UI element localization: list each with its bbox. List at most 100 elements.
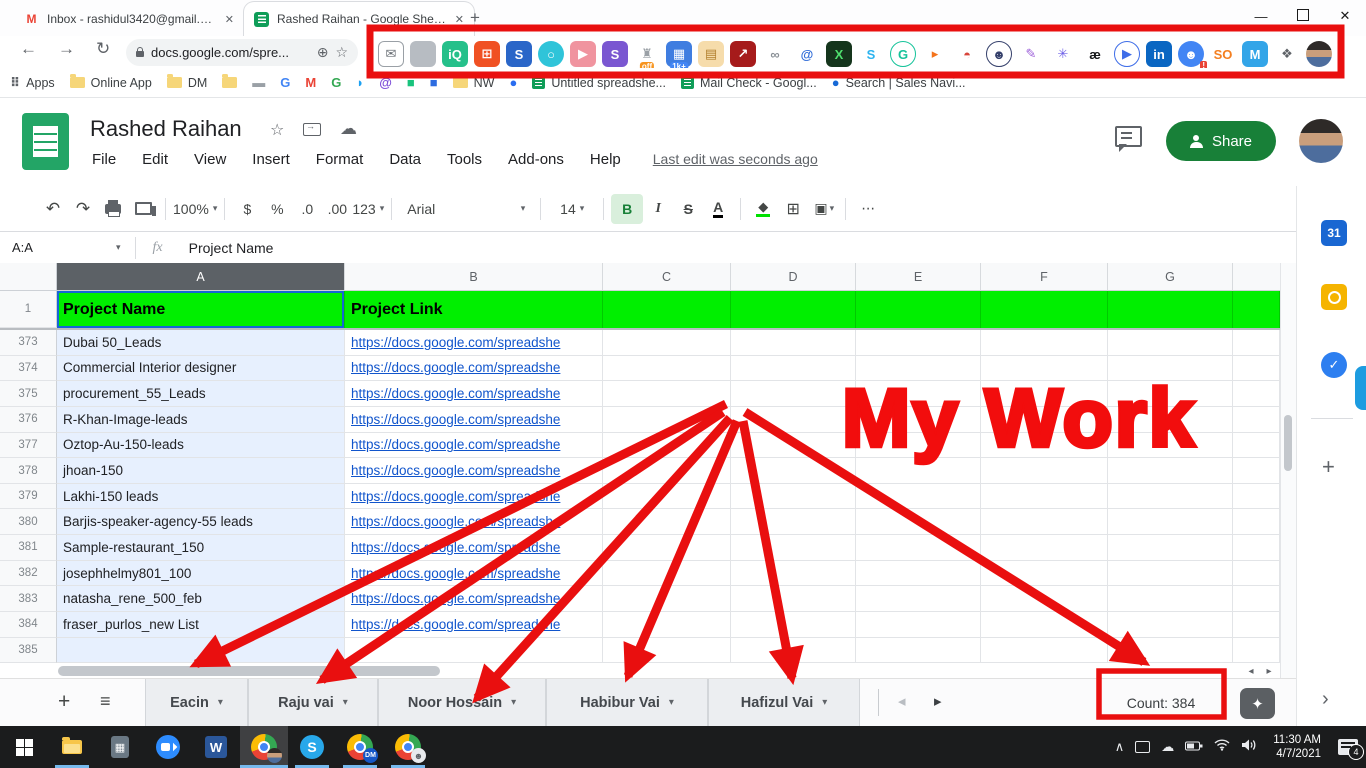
extension-linkedin-icon[interactable]: in: [1146, 41, 1172, 67]
taskbar-calculator[interactable]: ▦: [96, 726, 144, 768]
cell-empty[interactable]: [1233, 407, 1280, 433]
extension-s-purple-icon[interactable]: S: [602, 41, 628, 67]
link-text[interactable]: https://docs.google.com/spreadshe: [351, 514, 560, 529]
cell-empty[interactable]: [1233, 433, 1280, 459]
extension-asterisk-icon[interactable]: ✳: [1050, 41, 1076, 67]
cell-project-link[interactable]: https://docs.google.com/spreadshe: [345, 586, 603, 612]
strikethrough-button[interactable]: S: [673, 194, 703, 224]
horizontal-scrollbar[interactable]: ◂ ▸: [0, 664, 1280, 678]
tab-close-icon[interactable]: ✕: [455, 13, 464, 26]
menu-view[interactable]: View: [194, 151, 226, 168]
cell-empty[interactable]: [856, 381, 981, 407]
link-text[interactable]: https://docs.google.com/spreadshe: [351, 591, 560, 606]
font-select[interactable]: Arial▾: [399, 194, 533, 224]
menu-edit[interactable]: Edit: [142, 151, 168, 168]
account-avatar[interactable]: [1299, 119, 1343, 163]
cell-empty[interactable]: [603, 330, 731, 356]
wifi-icon[interactable]: [1214, 738, 1230, 756]
bookmark-item[interactable]: ⠿Apps: [10, 76, 55, 90]
bookmark-item[interactable]: ●: [509, 76, 517, 90]
extension-puzzle-icon[interactable]: ❖: [1274, 41, 1300, 67]
panel-collapse-chevron[interactable]: ›: [1322, 688, 1329, 711]
menu-help[interactable]: Help: [590, 151, 621, 168]
restore-button[interactable]: [1282, 9, 1324, 24]
cell-empty[interactable]: [856, 407, 981, 433]
cell-empty[interactable]: [1108, 433, 1233, 459]
notification-center-icon[interactable]: 4: [1338, 739, 1358, 755]
vertical-scrollbar[interactable]: [1280, 263, 1296, 678]
cell-empty[interactable]: [1233, 586, 1280, 612]
cell-empty[interactable]: [1233, 330, 1280, 356]
cell-project-link[interactable]: https://docs.google.com/spreadshe: [345, 381, 603, 407]
font-size-select[interactable]: 14▾: [548, 194, 596, 224]
cell-empty[interactable]: [1233, 484, 1280, 510]
bookmark-item[interactable]: [222, 77, 237, 88]
zoom-page-icon[interactable]: ⊕: [317, 44, 329, 61]
document-title[interactable]: Rashed Raihan: [90, 116, 242, 142]
tablet-mode-icon[interactable]: [1135, 741, 1150, 753]
link-text[interactable]: https://docs.google.com/spreadshe: [351, 437, 560, 452]
extension-mail-icon[interactable]: ✉: [378, 41, 404, 67]
link-text[interactable]: https://docs.google.com/spreadshe: [351, 566, 560, 581]
cell-project-name[interactable]: jhoan-150: [57, 458, 345, 484]
cell-empty[interactable]: [603, 484, 731, 510]
link-text[interactable]: https://docs.google.com/spreadshe: [351, 617, 560, 632]
share-button[interactable]: Share: [1166, 121, 1276, 161]
bookmark-item[interactable]: ●Search | Sales Navi...: [832, 76, 966, 90]
cell-empty[interactable]: [731, 638, 856, 664]
tab-scroll-right-icon[interactable]: ▸: [934, 692, 942, 710]
cell-empty[interactable]: [731, 484, 856, 510]
taskbar-zoom-app[interactable]: [144, 726, 192, 768]
column-header-G[interactable]: G: [1108, 263, 1233, 291]
tab-close-icon[interactable]: ✕: [225, 13, 234, 26]
scroll-left-icon[interactable]: ◂: [1243, 664, 1259, 678]
cell-empty[interactable]: [981, 433, 1108, 459]
cell-project-name[interactable]: procurement_55_Leads: [57, 381, 345, 407]
cell-empty[interactable]: [731, 509, 856, 535]
sheet-tab-caret-icon[interactable]: ▾: [822, 697, 827, 708]
row-number[interactable]: 384: [0, 612, 57, 638]
cell-header-empty[interactable]: [1108, 291, 1233, 328]
bookmark-item[interactable]: G: [280, 76, 290, 90]
cell-empty[interactable]: [731, 381, 856, 407]
cell-empty[interactable]: [856, 330, 981, 356]
cell-empty[interactable]: [1233, 356, 1280, 382]
move-folder-icon[interactable]: [303, 123, 321, 136]
cell-project-link-header[interactable]: Project Link: [345, 291, 603, 328]
bookmark-star-icon[interactable]: ☆: [335, 44, 348, 61]
row-number[interactable]: 374: [0, 356, 57, 382]
cell-project-name[interactable]: Barjis-speaker-agency-55 leads: [57, 509, 345, 535]
cell-project-name[interactable]: Dubai 50_Leads: [57, 330, 345, 356]
hidden-icons-chevron[interactable]: ∧: [1115, 739, 1125, 755]
horizontal-scrollbar-thumb[interactable]: [58, 666, 440, 676]
taskbar-skype[interactable]: S: [288, 726, 336, 768]
cell-empty[interactable]: [856, 535, 981, 561]
cell-empty[interactable]: [981, 356, 1108, 382]
cell-empty[interactable]: [981, 561, 1108, 587]
cell-empty[interactable]: [856, 586, 981, 612]
bold-button[interactable]: B: [611, 194, 643, 224]
cell-empty[interactable]: [731, 330, 856, 356]
tasks-icon[interactable]: ✓: [1321, 352, 1347, 378]
onedrive-icon[interactable]: ☁: [1161, 739, 1174, 755]
cell-project-link[interactable]: https://docs.google.com/spreadshe: [345, 433, 603, 459]
taskbar-file-explorer[interactable]: [48, 726, 96, 768]
cell-empty[interactable]: [1233, 535, 1280, 561]
menu-addons[interactable]: Add-ons: [508, 151, 564, 168]
row-number[interactable]: 379: [0, 484, 57, 510]
cell-empty[interactable]: [603, 407, 731, 433]
cell-empty[interactable]: [731, 535, 856, 561]
cell-empty[interactable]: [603, 612, 731, 638]
cell-empty[interactable]: [856, 433, 981, 459]
cell-project-link[interactable]: https://docs.google.com/spreadshe: [345, 535, 603, 561]
row-number[interactable]: 377: [0, 433, 57, 459]
cell-empty[interactable]: [1108, 407, 1233, 433]
sheet-tab-eacin[interactable]: Eacin▾: [145, 679, 248, 726]
italic-button[interactable]: I: [643, 194, 673, 224]
link-text[interactable]: https://docs.google.com/spreadshe: [351, 540, 560, 555]
cell-empty[interactable]: [1108, 612, 1233, 638]
cell-empty[interactable]: [981, 407, 1108, 433]
cell-empty[interactable]: [1108, 330, 1233, 356]
back-button[interactable]: ←: [20, 39, 37, 59]
bookmark-item[interactable]: M: [305, 76, 316, 90]
